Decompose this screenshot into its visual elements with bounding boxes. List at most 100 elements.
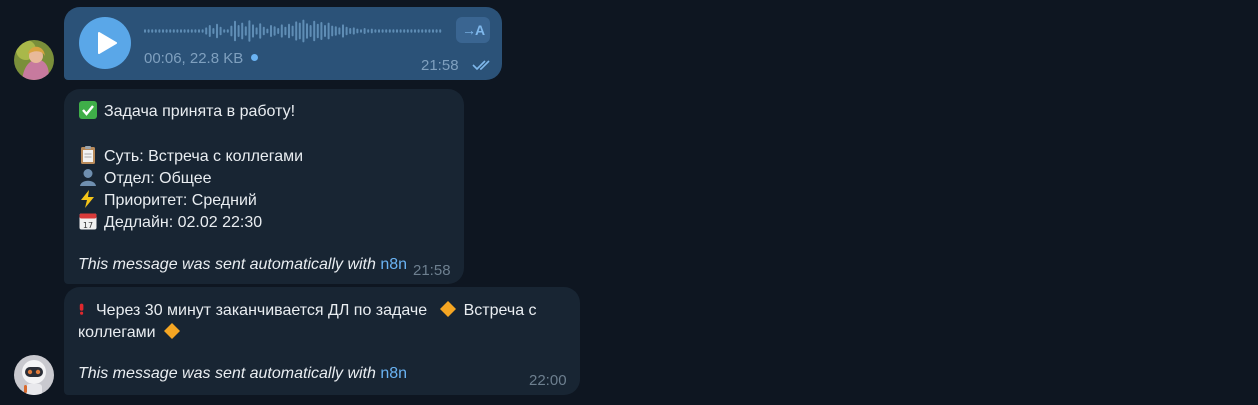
waveform-bar — [417, 29, 420, 33]
bot-avatar[interactable] — [14, 355, 54, 395]
waveform-bar — [198, 29, 200, 33]
waveform-bar — [230, 25, 233, 37]
waveform-bar — [187, 29, 190, 33]
waveform-bar — [403, 29, 406, 33]
voice-duration-size-text: 00:06, 22.8 KB — [144, 50, 244, 67]
waveform-bar — [255, 27, 258, 35]
waveform-bar — [180, 29, 182, 33]
waveform-bar — [345, 26, 348, 36]
waveform-bar — [360, 29, 362, 33]
waveform-bar — [165, 29, 168, 33]
waveform-bar — [262, 26, 265, 36]
user-avatar[interactable] — [14, 40, 54, 80]
voice-waveform[interactable] — [144, 17, 444, 45]
waveform-bar — [190, 29, 193, 33]
orange-diamond-emoji — [164, 323, 181, 339]
waveform-bar — [237, 25, 240, 37]
waveform-bar — [280, 24, 283, 38]
task-priority-line: Приоритет: Средний — [78, 189, 257, 210]
waveform-bar — [259, 23, 262, 39]
task-n8n-link[interactable]: n8n — [380, 256, 407, 273]
task-title-line: Задача принята в работу! — [78, 100, 295, 121]
reminder-auto-footer: This message was sent automatically with… — [78, 365, 407, 383]
waveform-bar — [288, 23, 290, 39]
waveform-bar — [399, 29, 402, 33]
waveform-bar — [302, 19, 305, 43]
play-button[interactable] — [79, 17, 131, 69]
waveform-bar — [273, 26, 276, 36]
waveform-bar — [169, 29, 172, 33]
waveform-bar — [216, 23, 218, 39]
waveform-bar — [378, 29, 380, 33]
waveform-bar — [162, 29, 164, 33]
waveform-bar — [374, 29, 377, 33]
waveform-bar — [201, 29, 204, 33]
transcribe-icon: →A — [461, 22, 485, 38]
waveform-bar — [176, 29, 179, 33]
waveform-bar — [295, 21, 298, 41]
waveform-bar — [352, 27, 355, 35]
waveform-bar — [388, 29, 391, 33]
waveform-bar — [226, 29, 229, 33]
waveform-bar — [338, 27, 341, 35]
waveform-bar — [392, 29, 395, 33]
voice-duration-size: 00:06, 22.8 KB — [144, 50, 259, 67]
lightning-emoji — [81, 190, 94, 208]
waveform-bar — [208, 25, 211, 37]
waveform-bar — [194, 29, 197, 33]
task-title: Задача принята в работу! — [104, 103, 296, 120]
waveform-bar — [234, 20, 236, 42]
waveform-bar — [342, 24, 344, 38]
waveform-bar — [313, 20, 316, 42]
unlistened-dot — [251, 54, 259, 61]
waveform-bar — [356, 28, 359, 34]
waveform-bar — [223, 29, 226, 33]
clipboard-emoji — [81, 146, 95, 164]
orange-diamond-emoji — [439, 301, 456, 317]
waveform-bar — [432, 29, 434, 33]
task-essence: Суть: Встреча с коллегами — [104, 148, 304, 165]
reminder-footer-text: This message was sent automatically with — [78, 365, 376, 382]
waveform-bar — [183, 29, 186, 33]
reminder-time: 22:00 — [529, 372, 567, 389]
waveform-bar — [277, 28, 280, 34]
task-department: Отдел: Общее — [104, 170, 212, 187]
user-avatar-image — [14, 40, 54, 80]
waveform-bar — [424, 29, 427, 33]
double-check-icon — [472, 60, 490, 71]
waveform-bar — [381, 29, 384, 33]
waveform-bar — [320, 22, 323, 40]
transcribe-button[interactable]: →A — [456, 17, 490, 43]
waveform-bar — [435, 29, 438, 33]
waveform-bar — [316, 23, 319, 39]
waveform-bar — [205, 27, 208, 35]
reminder-task-name-b: коллегами — [78, 324, 156, 341]
waveform-bar — [309, 25, 312, 37]
waveform-bar — [154, 29, 157, 33]
reminder-line-1: Через 30 минут заканчивается ДЛ по задач… — [78, 299, 537, 320]
task-priority: Приоритет: Средний — [104, 192, 257, 209]
waveform-bar — [284, 26, 287, 36]
waveform-bar — [270, 25, 272, 37]
waveform-bar — [428, 29, 431, 33]
waveform-bar — [291, 25, 294, 37]
waveform-bar — [414, 29, 416, 33]
reminder-n8n-link[interactable]: n8n — [380, 365, 407, 382]
waveform-bar — [396, 29, 398, 33]
voice-time: 21:58 — [421, 57, 459, 74]
task-department-line: Отдел: Общее — [78, 167, 212, 188]
waveform-bar — [406, 29, 409, 33]
waveform-bar — [151, 29, 154, 33]
waveform-bar — [331, 25, 334, 37]
waveform-bar — [363, 28, 366, 34]
waveform-bar — [144, 29, 146, 33]
play-icon — [98, 32, 117, 54]
waveform-bar — [219, 26, 222, 36]
waveform-bar — [349, 28, 352, 34]
waveform-bar — [248, 20, 251, 42]
task-time: 21:58 — [413, 262, 451, 279]
svg-text:17: 17 — [83, 221, 93, 230]
calendar-emoji: 17 — [79, 213, 97, 230]
waveform-bar — [172, 29, 175, 33]
waveform-bar — [334, 26, 337, 36]
